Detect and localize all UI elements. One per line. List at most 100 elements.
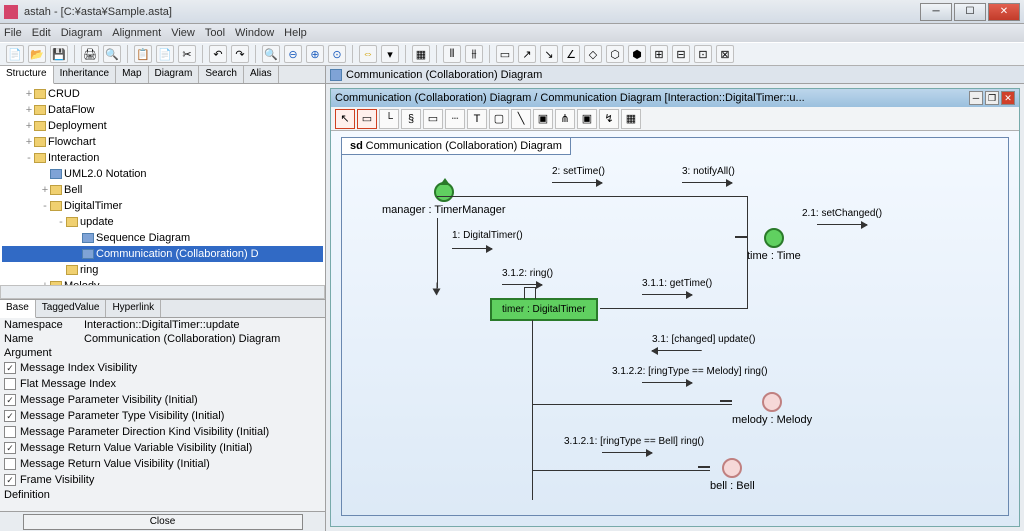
grid-icon[interactable]: ▦ (412, 45, 430, 63)
preview-icon[interactable]: 🔍 (103, 45, 121, 63)
tab-diagram[interactable]: Diagram (149, 66, 200, 83)
menu-tool[interactable]: Tool (205, 27, 225, 39)
tab-inheritance[interactable]: Inheritance (54, 66, 116, 83)
tree-item[interactable]: ring (2, 262, 323, 278)
checkbox[interactable] (4, 458, 16, 470)
menu-file[interactable]: File (4, 27, 22, 39)
text-tool-icon[interactable]: T (467, 109, 487, 129)
tab-alias[interactable]: Alias (244, 66, 279, 83)
zoom-out-icon[interactable]: ⊖ (284, 45, 302, 63)
diagram-tab[interactable]: Communication (Collaboration) Diagram (326, 66, 1024, 84)
tree-item[interactable]: +Melody (2, 278, 323, 285)
undo-icon[interactable]: ↶ (209, 45, 227, 63)
tool-10-icon[interactable]: ▣ (533, 109, 553, 129)
copy-icon[interactable]: 📋 (134, 45, 152, 63)
tool-13-icon[interactable]: ↯ (599, 109, 619, 129)
shape10-icon[interactable]: ⊡ (694, 45, 712, 63)
tool-11-icon[interactable]: ⋔ (555, 109, 575, 129)
cut-icon[interactable]: ✂ (178, 45, 196, 63)
shape4-icon[interactable]: ∠ (562, 45, 580, 63)
tree-item[interactable]: UML2.0 Notation (2, 166, 323, 182)
tab-taggedvalue[interactable]: TaggedValue (36, 300, 107, 317)
nav-icon[interactable]: ⇔ (359, 45, 377, 63)
lifeline-timer[interactable]: timer : DigitalTimer (490, 298, 598, 321)
msg-3121[interactable]: 3.1.2.1: [ringType == Bell] ring() (564, 436, 704, 447)
tool-5-icon[interactable]: ▭ (423, 109, 443, 129)
tree-item[interactable]: -DigitalTimer (2, 198, 323, 214)
tool-9-icon[interactable]: ╲ (511, 109, 531, 129)
msg-3[interactable]: 3: notifyAll() (682, 166, 735, 177)
close-button[interactable]: ✕ (988, 3, 1020, 21)
inner-close-button[interactable]: ✕ (1001, 91, 1015, 105)
zoom-in-icon[interactable]: ⊕ (306, 45, 324, 63)
msg-31[interactable]: 3.1: [changed] update() (652, 334, 755, 345)
tool-6-icon[interactable]: ┈ (445, 109, 465, 129)
lifeline-melody[interactable]: melody : Melody (732, 392, 812, 426)
tree-item[interactable]: Sequence Diagram (2, 230, 323, 246)
tree-item[interactable]: Communication (Collaboration) D (2, 246, 323, 262)
msg-312[interactable]: 3.1.2: ring() (502, 268, 553, 279)
sd-frame[interactable]: sd Communication (Collaboration) Diagram… (341, 137, 1009, 516)
argument-value[interactable] (84, 347, 321, 359)
shape3-icon[interactable]: ↘ (540, 45, 558, 63)
tree-item[interactable]: +Deployment (2, 118, 323, 134)
checkbox[interactable] (4, 394, 16, 406)
tree-item[interactable]: +Bell (2, 182, 323, 198)
tool-8-icon[interactable]: ▢ (489, 109, 509, 129)
shape2-icon[interactable]: ↗ (518, 45, 536, 63)
shape6-icon[interactable]: ⬡ (606, 45, 624, 63)
structure-tree[interactable]: +CRUD+DataFlow+Deployment+Flowchart-Inte… (0, 84, 325, 285)
print-icon[interactable]: 🖨 (81, 45, 99, 63)
redo-icon[interactable]: ↷ (231, 45, 249, 63)
save-icon[interactable]: 💾 (50, 45, 68, 63)
shape7-icon[interactable]: ⬢ (628, 45, 646, 63)
minimize-button[interactable]: ─ (920, 3, 952, 21)
tool-14-icon[interactable]: ▦ (621, 109, 641, 129)
checkbox[interactable] (4, 410, 16, 422)
checkbox[interactable] (4, 378, 16, 390)
inner-restore-button[interactable]: ❐ (985, 91, 999, 105)
tool-12-icon[interactable]: ▣ (577, 109, 597, 129)
diagram-canvas[interactable]: sd Communication (Collaboration) Diagram… (331, 131, 1019, 526)
dropdown-icon[interactable]: ▾ (381, 45, 399, 63)
paste-icon[interactable]: 📄 (156, 45, 174, 63)
tab-structure[interactable]: Structure (0, 66, 54, 84)
menu-view[interactable]: View (171, 27, 195, 39)
shape11-icon[interactable]: ⊠ (716, 45, 734, 63)
lifeline-bell[interactable]: bell : Bell (710, 458, 755, 492)
msg-1[interactable]: 1: DigitalTimer() (452, 230, 523, 241)
checkbox[interactable] (4, 442, 16, 454)
shape1-icon[interactable]: ▭ (496, 45, 514, 63)
tool-4-icon[interactable]: § (401, 109, 421, 129)
tab-map[interactable]: Map (116, 66, 148, 83)
align1-icon[interactable]: ⫴ (443, 45, 461, 63)
checkbox[interactable] (4, 362, 16, 374)
new-icon[interactable]: 📄 (6, 45, 24, 63)
msg-3122[interactable]: 3.1.2.2: [ringType == Melody] ring() (612, 366, 768, 377)
shape9-icon[interactable]: ⊟ (672, 45, 690, 63)
tab-base[interactable]: Base (0, 300, 36, 318)
msg-311[interactable]: 3.1.1: getTime() (642, 278, 712, 289)
checkbox[interactable] (4, 474, 16, 486)
shape8-icon[interactable]: ⊞ (650, 45, 668, 63)
menu-edit[interactable]: Edit (32, 27, 51, 39)
msg-2[interactable]: 2: setTime() (552, 166, 605, 177)
lifeline-time[interactable]: time : Time (747, 228, 801, 262)
tab-search[interactable]: Search (199, 66, 244, 83)
zoom-100-icon[interactable]: ⊙ (328, 45, 346, 63)
checkbox[interactable] (4, 426, 16, 438)
marquee-tool-icon[interactable]: ▭ (357, 109, 377, 129)
tab-hyperlink[interactable]: Hyperlink (106, 300, 161, 317)
open-icon[interactable]: 📂 (28, 45, 46, 63)
tool-3-icon[interactable]: └ (379, 109, 399, 129)
maximize-button[interactable]: ☐ (954, 3, 986, 21)
menu-window[interactable]: Window (235, 27, 274, 39)
tree-item[interactable]: +Flowchart (2, 134, 323, 150)
menu-alignment[interactable]: Alignment (112, 27, 161, 39)
align2-icon[interactable]: ⫵ (465, 45, 483, 63)
inner-minimize-button[interactable]: ─ (969, 91, 983, 105)
msg-21[interactable]: 2.1: setChanged() (802, 208, 882, 219)
lifeline-manager[interactable]: manager : TimerManager (382, 182, 506, 216)
close-panel-button[interactable]: Close (23, 514, 303, 530)
selector-tool-icon[interactable]: ↖ (335, 109, 355, 129)
